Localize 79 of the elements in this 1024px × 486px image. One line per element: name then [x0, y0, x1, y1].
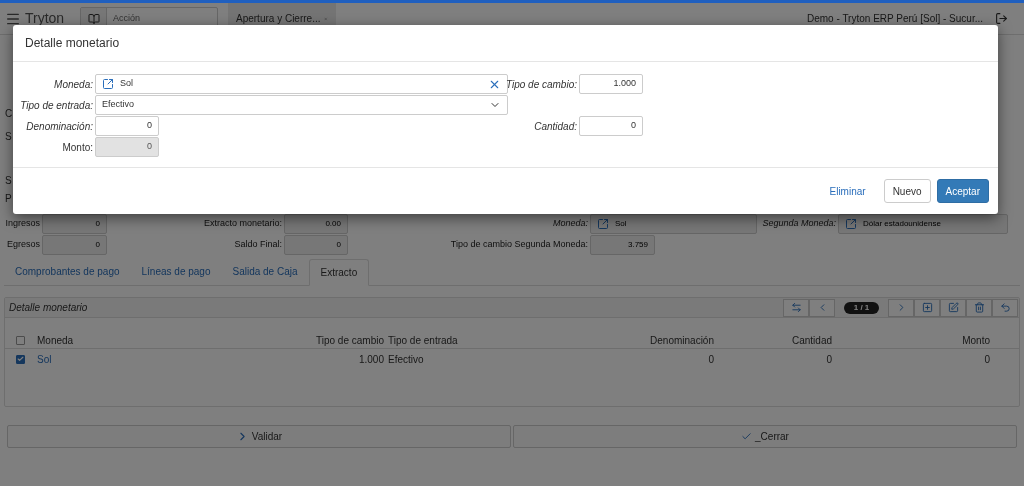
table-cell-text: 1.000 — [357, 352, 385, 367]
dialog-button[interactable]: Nuevo — [883, 179, 931, 203]
field-label: Extracto monetario: — [202, 217, 282, 231]
switch-view-button[interactable] — [783, 298, 809, 317]
field-label: Moneda: — [551, 217, 588, 231]
field-label: C — [5, 107, 13, 121]
number-field[interactable]: 1.000 — [579, 74, 643, 94]
field-label: Tipo de cambio: — [505, 77, 577, 92]
tab[interactable]: Salida de Caja — [221, 258, 309, 285]
number-field[interactable]: 0 — [95, 137, 159, 157]
delete-button[interactable] — [966, 298, 992, 317]
column-header[interactable]: Denominación — [596, 332, 716, 348]
menu-button[interactable]: Tryton — [5, 8, 77, 29]
edit-button[interactable] — [940, 298, 966, 317]
column-header[interactable]: Moneda — [35, 332, 300, 348]
column-header[interactable]: Cantidad — [716, 332, 834, 348]
field-value: Sol — [615, 218, 627, 230]
select-all-checkbox[interactable] — [15, 335, 25, 345]
table-cell-text: Efectivo — [387, 352, 425, 367]
page-counter: 1 / 1 — [843, 301, 880, 314]
number-field[interactable]: 0 — [42, 235, 107, 255]
field-label: Saldo Final: — [233, 238, 282, 252]
undo-button[interactable] — [992, 298, 1018, 317]
form-button[interactable]: Validar — [7, 425, 511, 448]
field-label: P — [5, 192, 12, 206]
add-button[interactable] — [914, 298, 940, 317]
select-field[interactable]: Efectivo — [95, 95, 508, 115]
number-field[interactable]: 3.759 — [590, 235, 655, 255]
field-label: Egresos — [5, 238, 40, 252]
field-label: Monto: — [62, 140, 93, 155]
dialog-title: Detalle monetario — [25, 35, 120, 52]
field-label: Tipo de entrada: — [20, 98, 93, 113]
table-cell-text: Sol — [36, 352, 53, 367]
link-field[interactable]: Dólar estadounidense — [838, 214, 1008, 234]
tab[interactable]: Líneas de pago — [130, 258, 222, 285]
table-cell-text: 0 — [825, 352, 833, 367]
column-header[interactable]: Monto — [834, 332, 992, 348]
switch-view-icon — [790, 302, 802, 313]
add-icon — [921, 302, 933, 313]
column-header[interactable]: Tipo de entrada — [386, 332, 596, 348]
next-button[interactable] — [888, 298, 914, 317]
form-button[interactable]: _Cerrar — [513, 425, 1017, 448]
field-label: S — [5, 174, 12, 188]
open-icon[interactable] — [597, 218, 609, 230]
number-field[interactable]: 0 — [42, 214, 107, 234]
row-checkbox[interactable] — [15, 354, 25, 364]
check-icon — [741, 431, 753, 442]
field-label: Tipo de cambio Segunda Moneda: — [449, 238, 588, 252]
edit-icon — [947, 302, 959, 313]
link-field[interactable]: Sol — [95, 74, 508, 94]
number-field[interactable]: 0.00 — [284, 214, 348, 234]
undo-icon — [999, 302, 1011, 313]
field-value: Dólar estadounidense — [863, 218, 941, 230]
tab[interactable]: Comprobantes de pago — [4, 258, 131, 285]
delete-link[interactable]: Eliminar — [821, 179, 874, 203]
number-field[interactable]: 0 — [579, 116, 643, 136]
table-cell-text: 0 — [983, 352, 991, 367]
field-label: S — [5, 130, 12, 144]
number-field[interactable]: 0 — [95, 116, 159, 136]
field-label: Cantidad: — [534, 119, 577, 134]
field-label: Segunda Moneda: — [761, 217, 836, 231]
context-label: Demo - Tryton ERP Perú [Sol] - Sucur... — [807, 12, 983, 26]
open-icon[interactable] — [845, 218, 857, 230]
field-label: Denominación: — [26, 119, 93, 134]
column-header[interactable]: Tipo de cambio — [300, 332, 386, 348]
link-field[interactable]: Sol — [590, 214, 757, 234]
field-label: Moneda: — [54, 77, 93, 92]
field-value: Sol — [120, 77, 134, 91]
panel-title: Detalle monetario — [9, 301, 89, 315]
tab[interactable]: Extracto — [308, 259, 370, 286]
dialog-button[interactable]: Aceptar — [936, 179, 989, 203]
open-icon[interactable] — [102, 78, 114, 90]
field-label: Ingresos — [4, 217, 40, 231]
previous-button[interactable] — [809, 298, 835, 317]
table-cell-text: 0 — [707, 352, 715, 367]
delete-icon — [973, 302, 985, 313]
number-field[interactable]: 0 — [284, 235, 348, 255]
logout-icon[interactable] — [995, 12, 1008, 25]
book-icon[interactable] — [87, 12, 100, 25]
